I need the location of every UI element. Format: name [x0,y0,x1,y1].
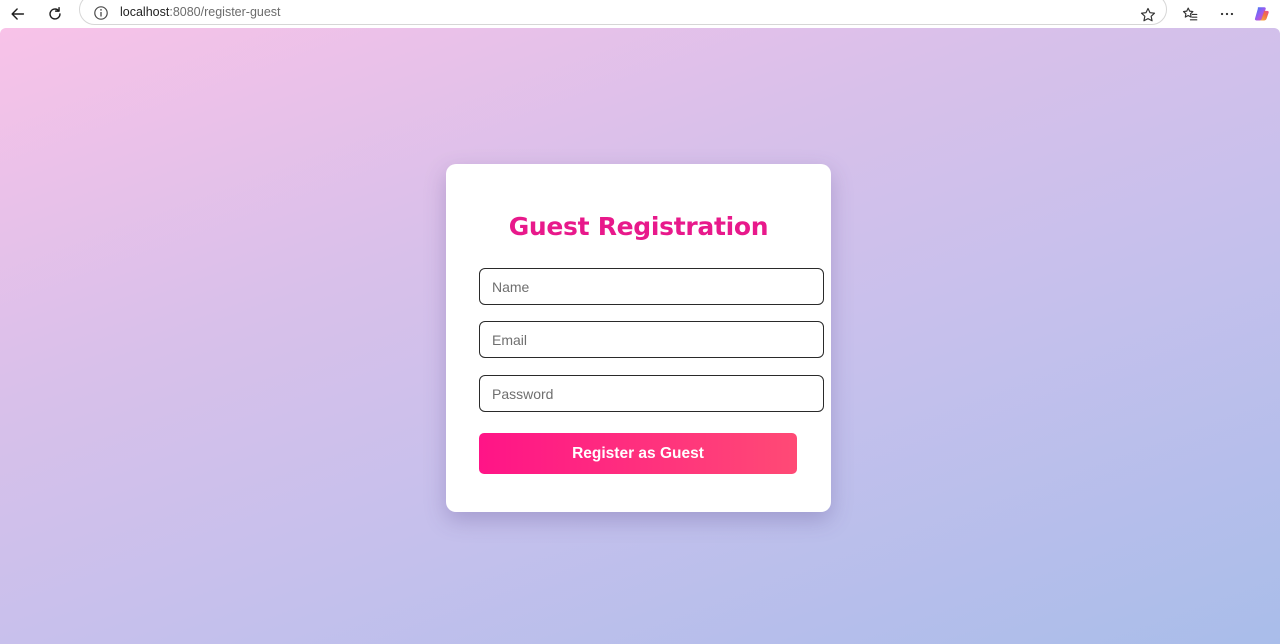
favorites-button[interactable] [1178,2,1202,26]
arrow-left-icon [11,8,25,20]
page-title: Guest Registration [508,212,769,241]
registration-card: Guest Registration Register as Guest [446,164,831,512]
page-background: Guest Registration Register as Guest [0,28,1280,644]
info-icon[interactable] [93,5,109,21]
url-text[interactable]: localhost:8080/register-guest [120,5,281,19]
browser-toolbar: localhost:8080/register-guest [0,0,1280,28]
url-path: :8080/register-guest [169,5,281,19]
name-input[interactable] [479,268,824,305]
register-as-guest-button[interactable]: Register as Guest [479,433,797,474]
copilot-button[interactable] [1250,2,1274,26]
more-horizontal-icon [1220,12,1234,16]
email-input[interactable] [479,321,824,358]
favorites-icon [1182,7,1198,21]
more-options-button[interactable] [1215,2,1239,26]
password-input[interactable] [479,375,824,412]
star-icon [1140,7,1156,22]
url-host: localhost [120,5,170,19]
reload-icon [49,6,61,20]
favorite-star-button[interactable] [1136,3,1160,27]
reload-button[interactable] [43,2,67,26]
scrollbar[interactable] [1276,28,1280,644]
copilot-icon [1254,7,1269,21]
back-button[interactable] [6,2,30,26]
address-bar[interactable]: localhost:8080/register-guest [79,0,1167,25]
